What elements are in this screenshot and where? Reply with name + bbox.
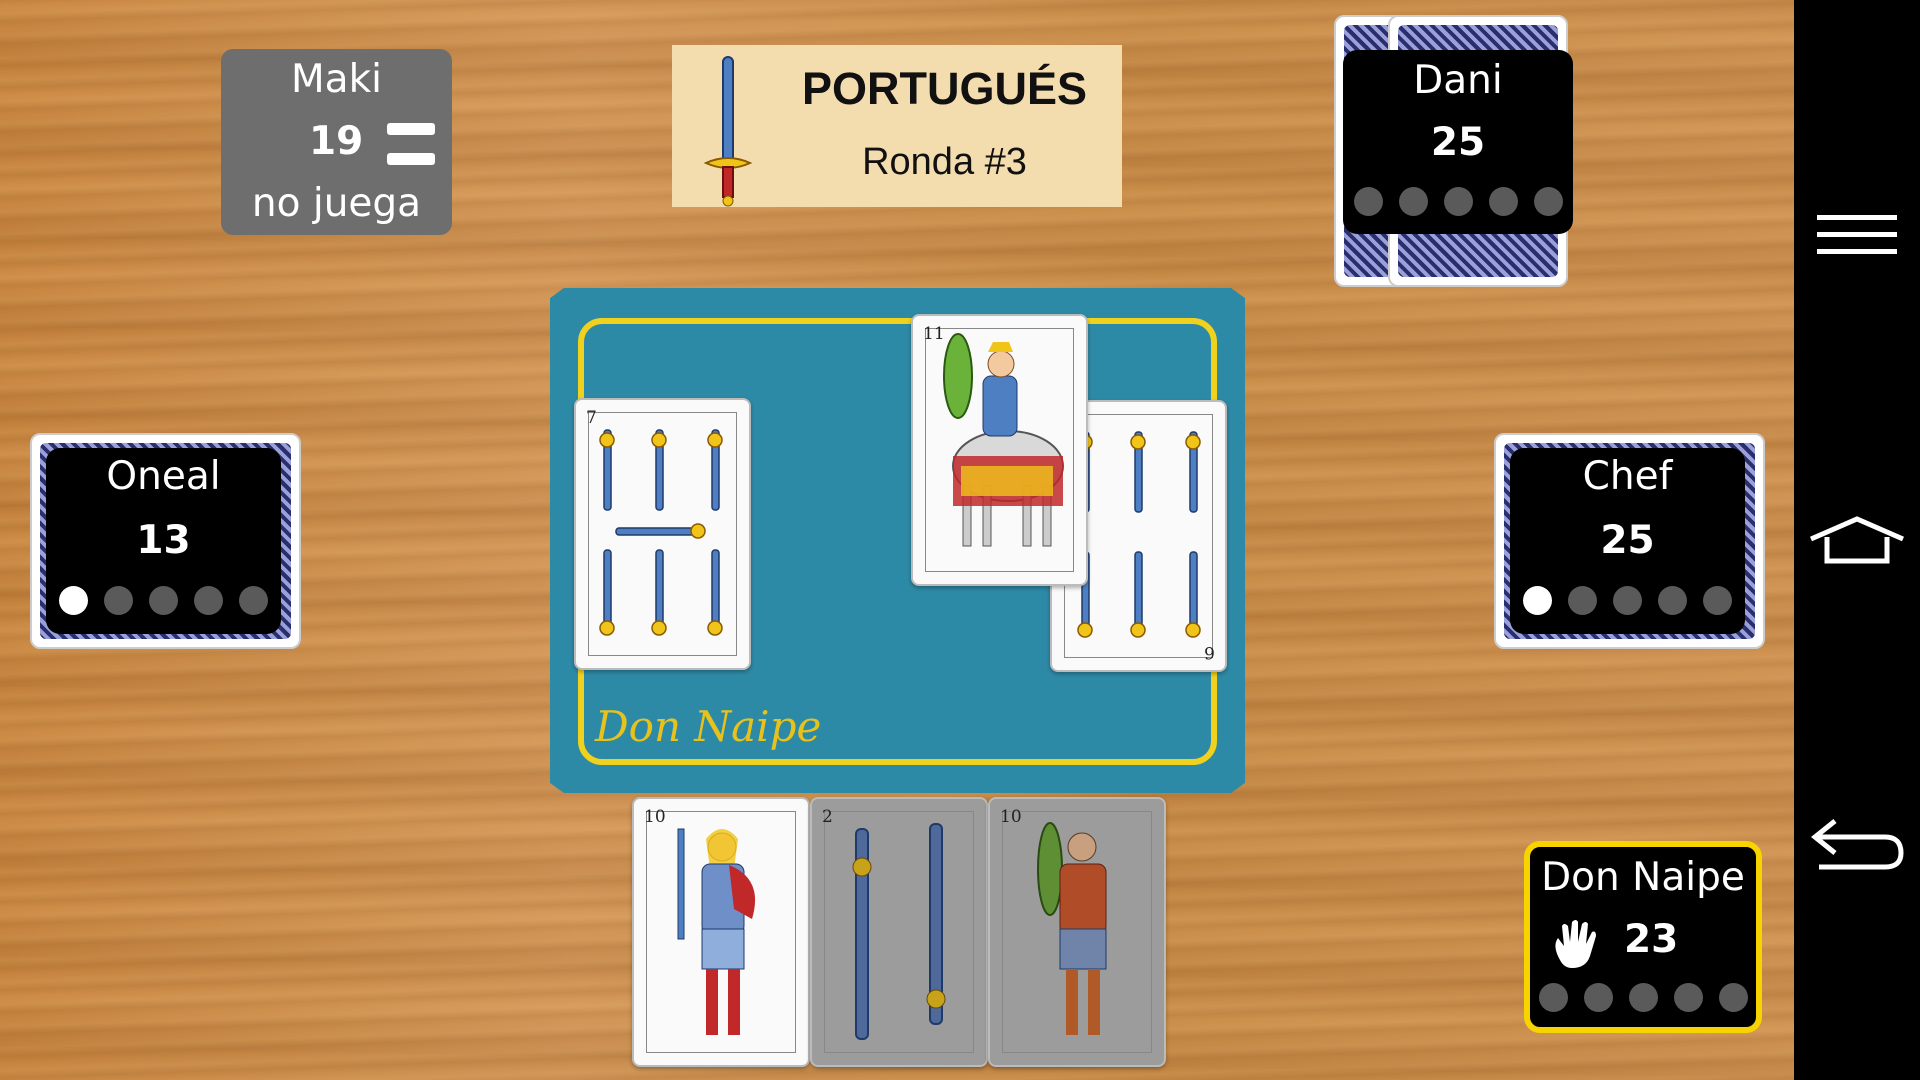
player-score: 13 bbox=[136, 518, 191, 563]
sword-icon bbox=[703, 56, 753, 207]
hand-card-10-bastos[interactable]: 10 bbox=[988, 797, 1166, 1067]
player-panel-dani[interactable]: Dani 25 bbox=[1343, 50, 1573, 234]
back-icon bbox=[1810, 819, 1904, 870]
player-name: Chef bbox=[1582, 454, 1673, 499]
game-title: PORTUGUÉS bbox=[801, 63, 1088, 114]
hand-card-2-espadas[interactable]: 2 bbox=[810, 797, 988, 1067]
navigation-bar bbox=[1794, 0, 1920, 1080]
player-panel-chef[interactable]: Chef 25 bbox=[1510, 448, 1745, 634]
home-icon bbox=[1810, 516, 1904, 564]
back-button[interactable] bbox=[1794, 795, 1920, 895]
equals-icon bbox=[387, 123, 435, 167]
player-score: 25 bbox=[1600, 518, 1655, 563]
player-name: Oneal bbox=[106, 454, 221, 499]
knight-figure-icon bbox=[943, 333, 1064, 547]
table-card-7-espadas: 7 bbox=[574, 398, 751, 670]
swords-pattern-icon bbox=[599, 429, 723, 636]
hand-card-10-espadas[interactable]: 10 bbox=[632, 797, 810, 1067]
menu-button[interactable] bbox=[1794, 185, 1920, 285]
page-figure-icon bbox=[677, 828, 756, 1035]
player-name: Maki bbox=[291, 57, 382, 102]
player-score: 25 bbox=[1430, 120, 1486, 165]
trick-dots bbox=[1343, 187, 1573, 216]
swords-pattern-icon bbox=[852, 823, 946, 1040]
player-status: no juega bbox=[251, 181, 422, 226]
player-name: Dani bbox=[1413, 58, 1503, 103]
table-brand: Don Naipe bbox=[595, 702, 822, 751]
hand-turn-icon bbox=[1555, 920, 1596, 968]
round-label: Ronda #3 bbox=[862, 141, 1027, 183]
table-card-11-bastos: 11 bbox=[911, 314, 1088, 586]
page-figure-icon bbox=[1037, 822, 1107, 1035]
player-score: 19 bbox=[309, 119, 364, 164]
player-panel-maki[interactable]: Maki 19 no juega bbox=[221, 49, 452, 235]
home-button[interactable] bbox=[1794, 490, 1920, 590]
trick-dots bbox=[1510, 586, 1745, 615]
menu-icon bbox=[1817, 215, 1897, 254]
player-panel-don-naipe[interactable]: Don Naipe 23 bbox=[1524, 841, 1762, 1033]
round-banner: PORTUGUÉS Ronda #3 bbox=[672, 45, 1122, 207]
trick-dots bbox=[1530, 983, 1756, 1012]
player-score: 23 bbox=[1624, 917, 1679, 962]
player-name: Don Naipe bbox=[1541, 855, 1745, 900]
player-panel-oneal[interactable]: Oneal 13 bbox=[46, 448, 281, 634]
trick-dots bbox=[46, 586, 281, 615]
